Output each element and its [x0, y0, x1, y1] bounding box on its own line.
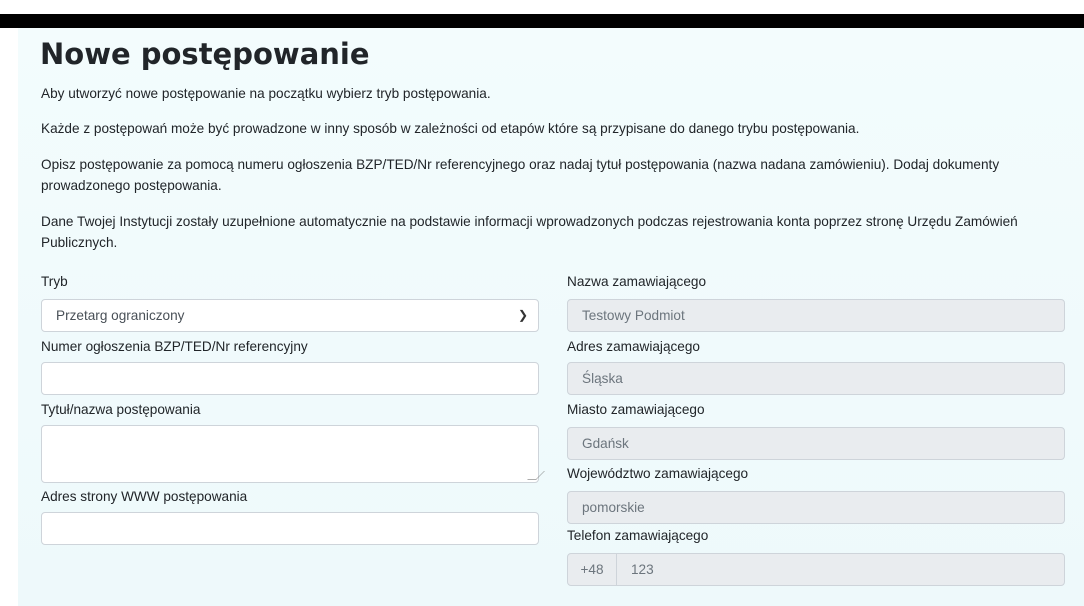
- intro-paragraph-4: Dane Twojej Instytucji zostały uzupełnio…: [41, 214, 1018, 250]
- miasto-field[interactable]: Gdańsk: [567, 427, 1065, 460]
- chevron-down-icon: ❯: [517, 308, 528, 322]
- tryb-select-value: Przetarg ograniczony: [56, 308, 185, 323]
- miasto-label: Miasto zamawiającego: [567, 402, 705, 417]
- intro-paragraph-2: Każde z postępowań może być prowadzone w…: [41, 121, 860, 136]
- tytul-label: Tytuł/nazwa postępowania: [41, 402, 201, 417]
- www-input[interactable]: [41, 512, 539, 545]
- adres-field[interactable]: Śląska: [567, 362, 1065, 395]
- phone-prefix: +48: [567, 553, 617, 586]
- top-bar: [0, 14, 1084, 28]
- tryb-label: Tryb: [41, 274, 68, 289]
- numer-label: Numer ogłoszenia BZP/TED/Nr referencyjny: [41, 339, 308, 354]
- nazwa-field[interactable]: Testowy Podmiot: [567, 299, 1065, 332]
- nazwa-label: Nazwa zamawiającego: [567, 274, 707, 289]
- tryb-select[interactable]: Przetarg ograniczony ❯: [41, 299, 539, 332]
- adres-label: Adres zamawiającego: [567, 339, 700, 354]
- numer-input[interactable]: [41, 362, 539, 395]
- www-label: Adres strony WWW postępowania: [41, 489, 248, 504]
- telefon-field[interactable]: 123: [616, 553, 1065, 586]
- intro-paragraph-1: Aby utworzyć nowe postępowanie na począt…: [41, 86, 491, 101]
- telefon-label: Telefon zamawiającego: [567, 528, 709, 543]
- intro-paragraph-3: Opisz postępowanie za pomocą numeru ogło…: [41, 157, 1000, 193]
- wojewodztwo-field[interactable]: pomorskie: [567, 491, 1065, 524]
- wojewodztwo-label: Województwo zamawiającego: [567, 466, 749, 481]
- tytul-textarea[interactable]: [41, 425, 545, 483]
- page-title: Nowe postępowanie: [40, 37, 370, 71]
